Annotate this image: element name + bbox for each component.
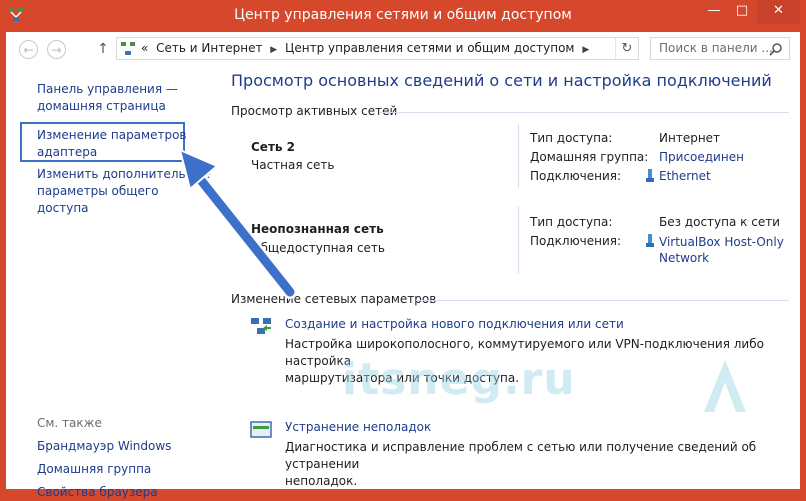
link-line: адаптера bbox=[37, 145, 98, 159]
description-line: Диагностика и исправление проблем с сеть… bbox=[285, 440, 757, 471]
back-button[interactable]: ← bbox=[19, 40, 38, 59]
description-line: неполадок. bbox=[285, 474, 358, 488]
page-title: Просмотр основных сведений о сети и наст… bbox=[231, 71, 772, 90]
connections-label: Подключения: bbox=[530, 234, 622, 248]
link-line: Network bbox=[659, 251, 710, 265]
link-line: Панель управления — bbox=[37, 82, 178, 96]
watermark-text: itsneg.ru bbox=[342, 354, 576, 405]
chevron-right-icon[interactable]: ▶ bbox=[582, 45, 589, 55]
search-input[interactable]: Поиск в панели ... bbox=[659, 41, 773, 55]
advanced-sharing-settings-link[interactable]: Изменить дополнительные параметры общего… bbox=[37, 166, 211, 217]
troubleshoot-description: Диагностика и исправление проблем с сеть… bbox=[285, 439, 800, 490]
network-type[interactable]: Частная сеть bbox=[251, 158, 334, 172]
link-line: параметры общего доступа bbox=[37, 184, 159, 215]
divider bbox=[518, 206, 519, 274]
refresh-button[interactable]: ↻ bbox=[615, 38, 638, 59]
access-type-value: Без доступа к сети bbox=[659, 215, 780, 229]
chevron-right-icon[interactable]: ▶ bbox=[270, 45, 277, 55]
access-type-label: Тип доступа: bbox=[530, 131, 613, 145]
window-title: Центр управления сетями и общим доступом bbox=[234, 7, 572, 23]
connections-label: Подключения: bbox=[530, 169, 622, 183]
title-bar[interactable]: Центр управления сетями и общим доступом… bbox=[0, 0, 806, 32]
troubleshoot-icon bbox=[250, 421, 272, 438]
access-type-value: Интернет bbox=[659, 131, 721, 145]
maximize-button[interactable]: □ bbox=[728, 0, 756, 24]
up-button[interactable]: ↑ bbox=[96, 39, 110, 59]
control-panel-home-link[interactable]: Панель управления — домашняя страница bbox=[37, 81, 178, 115]
see-also-heading: См. также bbox=[37, 416, 102, 430]
change-adapter-settings-link[interactable]: Изменение параметров адаптера bbox=[37, 127, 187, 161]
ethernet-icon bbox=[646, 169, 654, 182]
network-name: Сеть 2 bbox=[251, 140, 296, 154]
troubleshoot-link[interactable]: Устранение неполадок bbox=[285, 420, 431, 434]
link-line: Изменение параметров bbox=[37, 128, 187, 142]
window: Центр управления сетями и общим доступом… bbox=[0, 0, 806, 499]
homegroup-label: Домашняя группа: bbox=[530, 150, 649, 164]
active-networks-title: Просмотр активных сетей bbox=[231, 104, 398, 118]
ethernet-link[interactable]: Ethernet bbox=[659, 169, 711, 183]
forward-button[interactable]: → bbox=[47, 40, 66, 59]
client-area: ← → ↑ « Сеть и Интернет ▶ Центр управлен… bbox=[6, 32, 800, 499]
link-line: VirtualBox Host-Only bbox=[659, 235, 784, 249]
divider bbox=[379, 112, 789, 113]
browser-properties-link[interactable]: Свойства браузера bbox=[37, 484, 158, 501]
left-pane: Панель управления — домашняя страница Из… bbox=[6, 66, 211, 499]
new-connection-icon bbox=[251, 318, 271, 334]
access-type-label: Тип доступа: bbox=[530, 215, 613, 229]
network-name: Неопознанная сеть bbox=[251, 222, 384, 236]
breadcrumb: « Сеть и Интернет ▶ Центр управления сет… bbox=[141, 41, 593, 55]
breadcrumb-overflow[interactable]: « bbox=[141, 41, 148, 55]
homegroup-link[interactable]: Домашняя группа bbox=[37, 461, 151, 478]
navigation-bar: ← → ↑ « Сеть и Интернет ▶ Центр управлен… bbox=[6, 32, 800, 66]
homegroup-joined-link[interactable]: Присоединен bbox=[659, 150, 744, 164]
setup-new-connection-link[interactable]: Создание и настройка нового подключения … bbox=[285, 317, 624, 331]
divider bbox=[416, 300, 789, 301]
network-type: Общедоступная сеть bbox=[251, 241, 385, 255]
close-button[interactable]: ✕ bbox=[757, 0, 800, 24]
watermark-logo-icon bbox=[704, 360, 746, 412]
virtualbox-network-link[interactable]: VirtualBox Host-Only Network bbox=[659, 234, 784, 266]
main-pane: Просмотр основных сведений о сети и наст… bbox=[211, 66, 800, 489]
breadcrumb-item-network[interactable]: Сеть и Интернет bbox=[156, 41, 262, 55]
breadcrumb-item-center[interactable]: Центр управления сетями и общим доступом bbox=[285, 41, 574, 55]
address-bar[interactable]: « Сеть и Интернет ▶ Центр управления сет… bbox=[116, 37, 639, 60]
search-box[interactable]: Поиск в панели ... bbox=[650, 37, 790, 60]
control-panel-icon bbox=[121, 42, 135, 55]
divider bbox=[518, 124, 519, 188]
link-line: Изменить дополнительные bbox=[37, 167, 211, 181]
search-icon[interactable] bbox=[769, 42, 783, 56]
minimize-button[interactable]: — bbox=[700, 0, 728, 24]
change-settings-title: Изменение сетевых параметров bbox=[231, 292, 437, 306]
link-line: домашняя страница bbox=[37, 99, 166, 113]
firewall-link[interactable]: Брандмауэр Windows bbox=[37, 438, 171, 455]
ethernet-icon bbox=[646, 234, 654, 247]
